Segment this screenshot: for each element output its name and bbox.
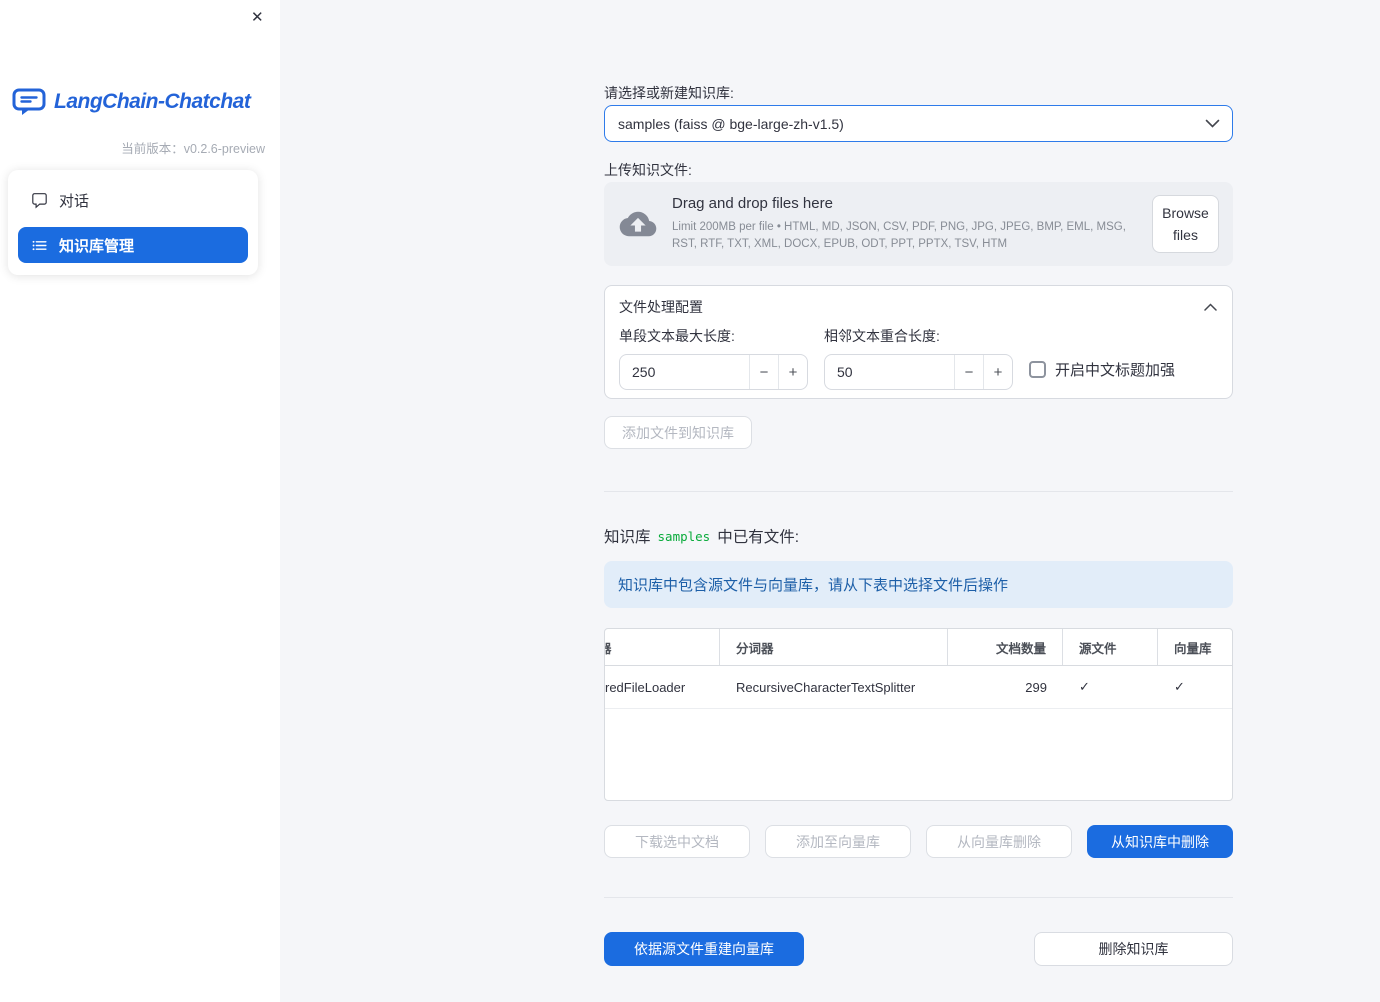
chevron-down-icon	[1205, 119, 1220, 128]
version-text: 当前版本：v0.2.6-preview	[121, 142, 265, 156]
header-cell-source-file[interactable]: 源文件	[1063, 629, 1158, 665]
header-cell-vector-store[interactable]: 向量库	[1158, 629, 1232, 665]
table-row[interactable]: redFileLoader RecursiveCharacterTextSpli…	[605, 666, 1232, 709]
table-header: 器 分词器 文档数量 源文件 向量库	[605, 629, 1232, 666]
zh-title-field: 开启中文标题加强	[1029, 317, 1218, 390]
uploader-text-block: Drag and drop files here Limit 200MB per…	[672, 195, 1152, 254]
overlap-size-minus-button[interactable]: −	[954, 355, 983, 389]
delete-kb-button[interactable]: 删除知识库	[1034, 932, 1233, 966]
upload-label: 上传知识文件:	[604, 162, 692, 178]
add-files-to-kb-button[interactable]: 添加文件到知识库	[604, 416, 752, 449]
chunk-size-label: 单段文本最大长度:	[619, 328, 735, 344]
cell-loader: redFileLoader	[605, 679, 686, 695]
app-logo: LangChain-Chatchat	[12, 88, 251, 116]
overlap-size-field: 相邻文本重合长度: 50 − +	[824, 317, 1013, 390]
header-cell-loader[interactable]: 器	[605, 629, 720, 665]
header-cell-splitter[interactable]: 分词器	[720, 629, 948, 665]
kb-selectbox-value: samples (faiss @ bge-large-zh-v1.5)	[618, 115, 844, 132]
files-table[interactable]: 器 分词器 文档数量 源文件 向量库 redFileLoader Recursi…	[604, 628, 1233, 801]
download-selected-docs-button[interactable]: 下载选中文档	[604, 825, 750, 858]
chat-bubble-icon	[31, 192, 48, 209]
kb-name-code: samples	[657, 528, 711, 544]
logo-chat-bubble-icon	[12, 88, 46, 116]
sidebar: ✕ LangChain-Chatchat 当前版本：v0.2.6-preview…	[0, 0, 280, 1002]
uploader-limit-text: Limit 200MB per file • HTML, MD, JSON, C…	[672, 220, 1126, 250]
chunk-size-value: 250	[632, 364, 656, 380]
chunk-size-input[interactable]: 250 − +	[619, 354, 808, 390]
kb-files-heading: 知识库 samples 中已有文件:	[604, 525, 799, 547]
add-to-vector-store-button[interactable]: 添加至向量库	[765, 825, 911, 858]
overlap-size-label: 相邻文本重合长度:	[824, 328, 940, 344]
info-banner: 知识库中包含源文件与向量库，请从下表中选择文件后操作	[604, 561, 1233, 608]
delete-from-kb-button[interactable]: 从知识库中删除	[1087, 825, 1233, 858]
divider	[604, 897, 1233, 898]
file-config-expander: 文件处理配置 单段文本最大长度: 250 − + 相邻文本重合长度: 50 − …	[604, 285, 1233, 399]
divider	[604, 491, 1233, 492]
uploader-title: Drag and drop files here	[672, 194, 833, 212]
overlap-size-plus-button[interactable]: +	[983, 355, 1012, 389]
overlap-size-input[interactable]: 50 − +	[824, 354, 1013, 390]
delete-from-vector-store-button[interactable]: 从向量库删除	[926, 825, 1072, 858]
overlap-size-value: 50	[837, 364, 853, 380]
sidebar-menu: 对话 知识库管理	[8, 170, 258, 275]
app-title: LangChain-Chatchat	[54, 90, 251, 113]
kb-files-suffix: 中已有文件:	[717, 529, 800, 546]
cell-vector-store-check: ✓	[1174, 679, 1185, 694]
kb-select-label: 请选择或新建知识库:	[604, 85, 734, 101]
zh-title-checkbox[interactable]	[1029, 361, 1046, 378]
browse-files-button[interactable]: Browse files	[1152, 194, 1219, 254]
chunk-size-minus-button[interactable]: −	[749, 355, 778, 389]
zh-title-checkbox-label: 开启中文标题加强	[1055, 362, 1176, 379]
rebuild-vector-store-button[interactable]: 依据源文件重建向量库	[604, 932, 804, 966]
table-action-buttons: 下载选中文档 添加至向量库 从向量库删除 从知识库中删除	[604, 825, 1233, 858]
list-icon	[31, 237, 48, 254]
header-cell-doc-count[interactable]: 文档数量	[948, 629, 1063, 665]
cloud-upload-icon	[619, 208, 657, 240]
cell-doc-count: 299	[1025, 679, 1047, 695]
sidebar-item-label: 知识库管理	[59, 237, 135, 255]
info-banner-text: 知识库中包含源文件与向量库，请从下表中选择文件后操作	[618, 577, 1009, 594]
sidebar-item-label: 对话	[59, 192, 90, 210]
expander-title: 文件处理配置	[619, 299, 703, 315]
cell-source-file-check: ✓	[1079, 679, 1090, 694]
chunk-size-field: 单段文本最大长度: 250 − +	[619, 317, 808, 390]
chunk-size-plus-button[interactable]: +	[778, 355, 807, 389]
file-dropzone[interactable]: Drag and drop files here Limit 200MB per…	[604, 182, 1233, 266]
expander-header[interactable]: 文件处理配置	[605, 286, 1232, 317]
chevron-up-icon	[1204, 303, 1217, 311]
kb-selectbox[interactable]: samples (faiss @ bge-large-zh-v1.5)	[604, 105, 1233, 142]
zh-title-checkbox-row: 开启中文标题加强	[1029, 359, 1249, 380]
sidebar-close-icon[interactable]: ✕	[248, 7, 267, 28]
sidebar-item-chat[interactable]: 对话	[18, 182, 248, 218]
sidebar-item-kb-management[interactable]: 知识库管理	[18, 227, 248, 263]
expander-body: 单段文本最大长度: 250 − + 相邻文本重合长度: 50 − + 开启中文标…	[605, 317, 1232, 390]
main-content: 请选择或新建知识库: samples (faiss @ bge-large-zh…	[280, 0, 1380, 1002]
kb-files-prefix: 知识库	[604, 529, 651, 546]
cell-splitter: RecursiveCharacterTextSplitter	[736, 679, 916, 695]
